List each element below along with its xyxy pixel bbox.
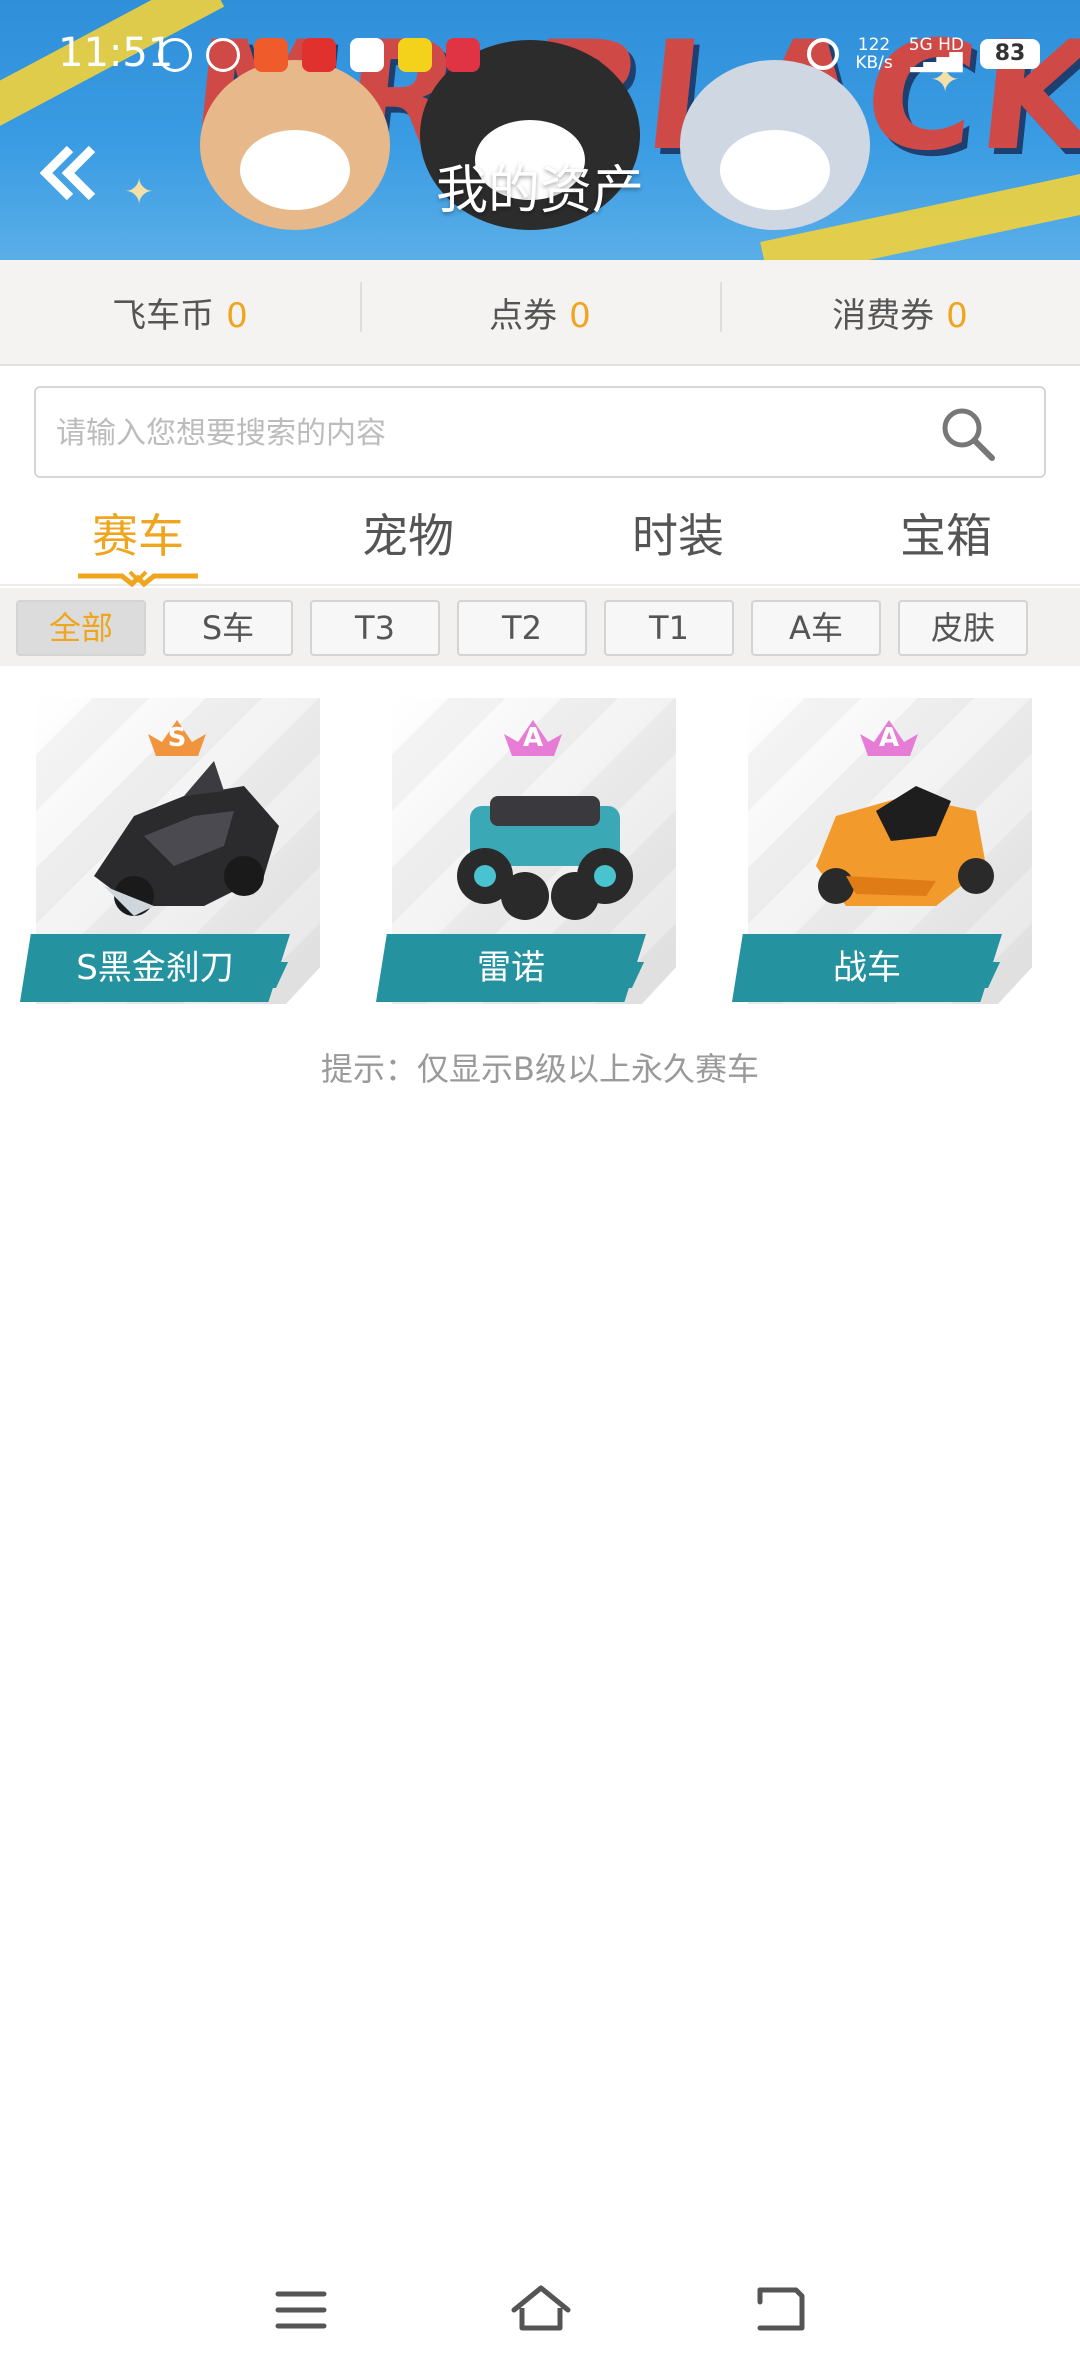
tab-racing-cars[interactable]: 赛车 [38, 500, 238, 566]
filter-t3[interactable]: T3 [310, 600, 440, 656]
notification-icons [158, 38, 480, 72]
battery-icon: 83 [980, 39, 1040, 69]
net-speed: 122 KB/s [855, 35, 893, 73]
grade-a-badge-icon: A [860, 720, 918, 756]
grade-s-badge-icon: S [148, 720, 206, 756]
tab-fashion[interactable]: 时装 [578, 500, 778, 566]
app-icon-2 [254, 38, 288, 72]
status-right: 122 KB/s 5G HD ▂▄▆█ 83 [807, 36, 1040, 72]
home-icon[interactable] [506, 2280, 576, 2340]
currency-vouchers: 消费券 0 [720, 281, 1080, 337]
hint-text: 提示：仅显示B级以上永久赛车 [321, 1050, 759, 1088]
app-icon-5 [446, 38, 480, 72]
app-icon-k [350, 38, 384, 72]
svg-text:S: S [168, 723, 187, 753]
filter-skin[interactable]: 皮肤 [898, 600, 1028, 656]
app-icon-4 [398, 38, 432, 72]
wechat-icon [206, 38, 240, 72]
car-name-label: 雷诺 [376, 934, 646, 1002]
menu-icon[interactable] [266, 2280, 336, 2340]
currency-points: 点券 0 [360, 281, 720, 337]
currency-feiche-coin: 飞车币 0 [112, 295, 248, 336]
search-box [34, 386, 1046, 478]
tab-treasure-box[interactable]: 宝箱 [846, 500, 1046, 566]
car-card[interactable]: A 雷诺 [376, 698, 676, 1004]
car-name-label: 战车 [732, 934, 1002, 1002]
filter-all[interactable]: 全部 [16, 600, 146, 656]
filter-t2[interactable]: T2 [457, 600, 587, 656]
active-tab-indicator [78, 570, 198, 588]
system-nav-bar [0, 2270, 1080, 2350]
car-image-renault [457, 796, 633, 920]
filter-s-car[interactable]: S车 [163, 600, 293, 656]
car-image-chariot [816, 786, 994, 906]
category-tabs: 赛车 宠物 时装 宝箱 [0, 490, 1080, 588]
page-title: 我的资产 [435, 161, 644, 221]
currency-bar: 飞车币 0 点券 0 消费券 0 [0, 260, 1080, 366]
back-nav-icon[interactable] [746, 2280, 816, 2340]
car-card[interactable]: S S黑金刹刀 [20, 698, 320, 1004]
svg-text:A: A [523, 723, 543, 753]
car-image-black-gold [94, 761, 279, 916]
car-card[interactable]: A 战车 [732, 698, 1032, 1004]
alarm-icon [807, 38, 840, 70]
signal-icon: 5G HD ▂▄▆█ [908, 35, 964, 73]
grade-a-badge-icon: A [504, 720, 562, 756]
car-name-label: S黑金刹刀 [20, 934, 290, 1002]
header-banner: MR.BLACK ✦ ✦ 11:51 122 KB/s 5G HD▂▄▆█ 83 [0, 0, 1080, 260]
svg-text:A: A [879, 723, 899, 753]
app-icon-3 [302, 38, 336, 72]
filter-row: 全部 S车 T3 T2 T1 A车 皮肤 [0, 588, 1080, 666]
filter-t1[interactable]: T1 [604, 600, 734, 656]
filter-a-car[interactable]: A车 [751, 600, 881, 656]
search-input[interactable] [56, 408, 916, 458]
tab-pets[interactable]: 宠物 [308, 500, 508, 566]
status-bar: 11:51 122 KB/s 5G HD ▂▄▆█ 83 [0, 0, 1080, 110]
status-time: 11:51 [58, 30, 174, 76]
search-icon[interactable] [938, 404, 998, 464]
app-icon-1 [158, 38, 192, 72]
